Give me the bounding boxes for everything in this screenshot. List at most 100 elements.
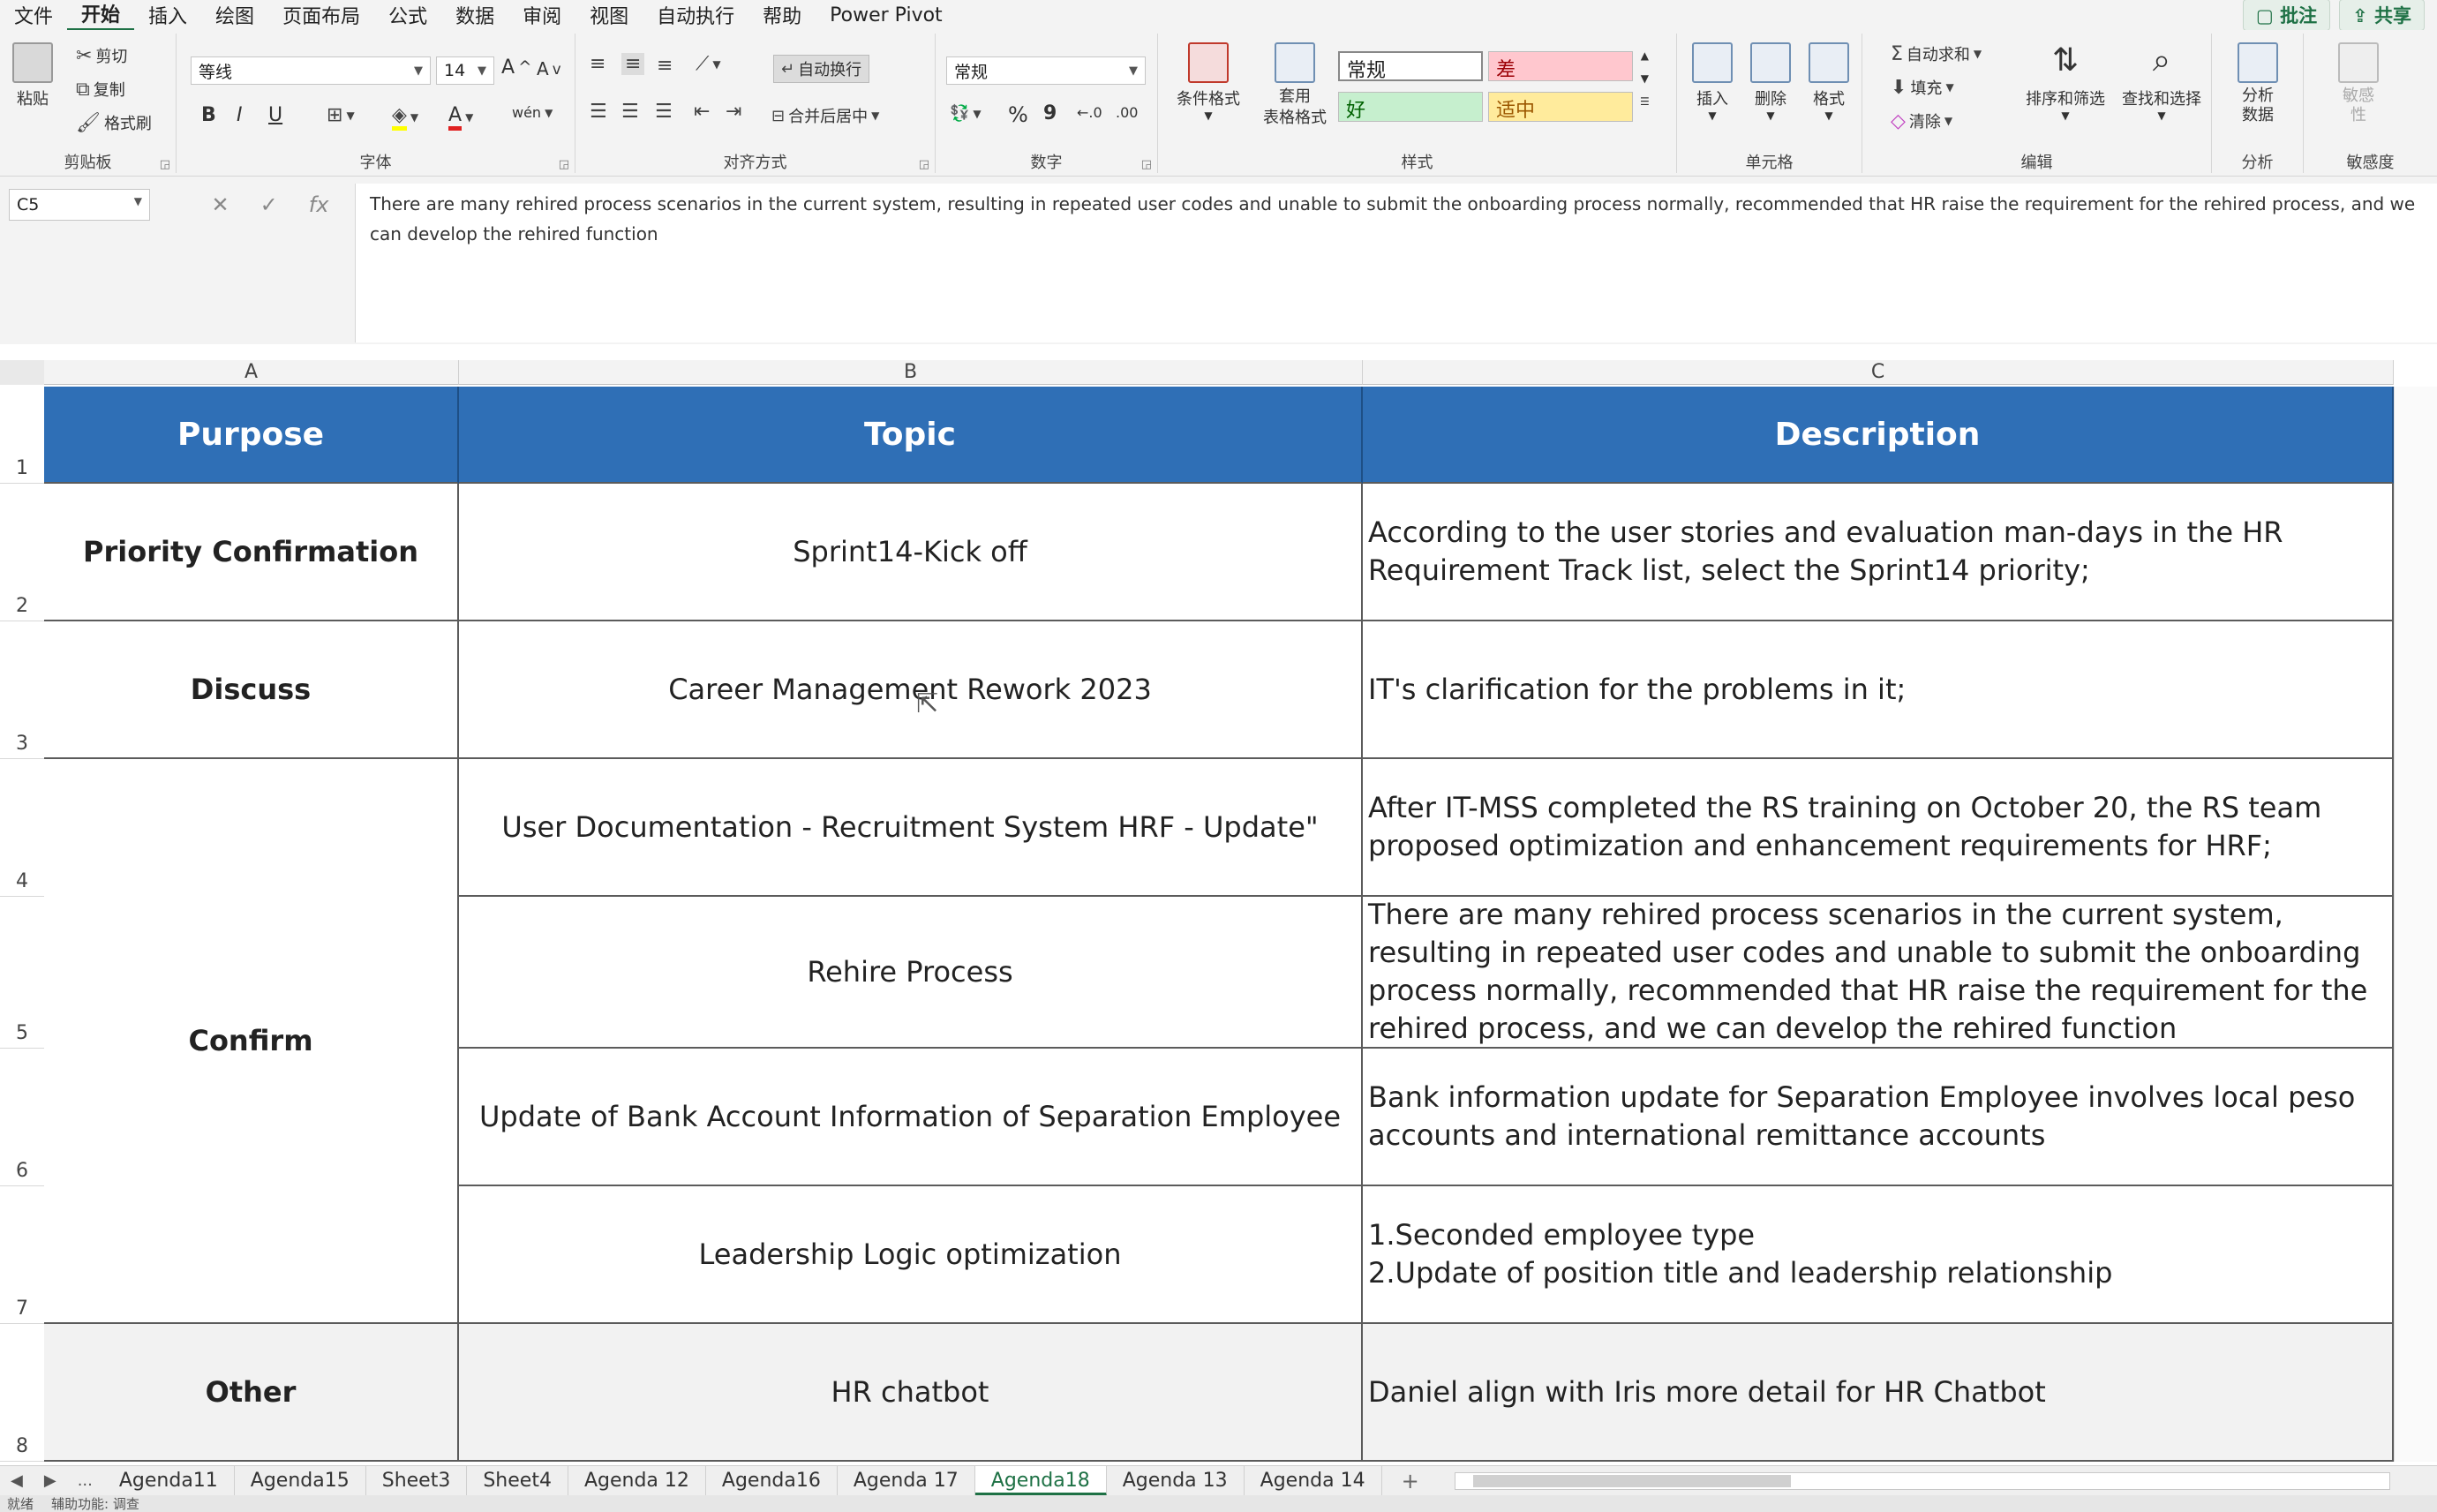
delete-cells-button[interactable]: 删除 ▼ [1744,42,1797,122]
horizontal-scrollbar[interactable] [1454,1471,2390,1490]
decrease-decimal-button[interactable]: .00 [1116,104,1138,121]
comma-style-button[interactable]: 9 [1043,102,1057,124]
underline-button[interactable]: U [268,104,282,126]
cell-c6[interactable]: Bank information update for Separation E… [1363,1049,2394,1186]
menu-power-pivot[interactable]: Power Pivot [816,4,957,26]
align-left-button[interactable]: ☰ [590,101,607,123]
align-bottom-button[interactable]: ≡ [657,55,673,77]
add-sheet-button[interactable]: + [1382,1469,1439,1493]
tab-agenda-17[interactable]: Agenda 17 [838,1465,975,1496]
cell-b2[interactable]: Sprint14-Kick off [459,484,1363,621]
shrink-font-button[interactable]: Av [537,58,561,79]
cell-c5[interactable]: There are many rehired process scenarios… [1363,897,2394,1049]
insert-cells-button[interactable]: 插入 ▼ [1686,42,1739,122]
tab-agenda-13[interactable]: Agenda 13 [1107,1465,1245,1496]
tab-agenda11[interactable]: Agenda11 [103,1465,235,1496]
name-box[interactable]: C5 ▼ [9,189,150,221]
row-header-1[interactable]: 1 [0,387,44,484]
font-size-combo[interactable]: 14 ▼ [436,56,494,85]
row-header-4[interactable]: 4 [0,759,44,897]
align-center-button[interactable]: ☰ [621,101,639,123]
tab-agenda-12[interactable]: Agenda 12 [568,1465,706,1496]
scrollbar-thumb[interactable] [1472,1474,1791,1487]
style-bad[interactable]: 差 [1488,51,1633,81]
tab-sheet3[interactable]: Sheet3 [366,1465,468,1496]
row-header-8[interactable]: 8 [0,1324,44,1462]
cell-c4[interactable]: After IT-MSS completed the RS training o… [1363,759,2394,897]
menu-file[interactable]: 文件 [0,1,67,29]
cell-c7[interactable]: 1.Seconded employee type 2.Update of pos… [1363,1186,2394,1324]
style-normal[interactable]: 常规 [1338,51,1483,82]
orientation-button[interactable]: ⟋ ▼ [696,53,721,75]
increase-decimal-button[interactable]: ←.0 [1077,104,1102,121]
cut-button[interactable]: ✂ 剪切 [76,44,127,67]
styles-gallery-scroll[interactable]: ▲ ▼ ☰ [1640,49,1650,108]
row-header-2[interactable]: 2 [0,484,44,621]
dialog-launcher-icon[interactable]: ◲ [160,158,170,171]
tab-more[interactable]: ... [67,1471,103,1490]
cell-b3[interactable]: Career Management Rework 2023 [459,621,1363,759]
cell-a8[interactable]: Other [44,1324,459,1462]
menu-formulas[interactable]: 公式 [374,1,441,29]
menu-home[interactable]: 开始 [67,0,135,32]
italic-button[interactable]: I [237,104,243,126]
wrap-text-button[interactable]: ↵ 自动换行 [773,55,870,83]
format-cells-button[interactable]: 格式 ▼ [1802,42,1855,122]
menu-data[interactable]: 数据 [441,1,508,29]
align-middle-button[interactable]: ≡ [621,53,645,75]
share-button[interactable]: ⇪ 共享 [2339,0,2425,31]
borders-button[interactable]: ⊞ ▼ [327,104,355,126]
decrease-indent-button[interactable]: ⇤ [694,101,710,123]
align-right-button[interactable]: ☰ [655,101,673,123]
align-top-button[interactable]: ≡ [590,53,605,75]
format-as-table-button[interactable]: 套用 表格格式 [1246,42,1343,129]
cell-b8[interactable]: HR chatbot [459,1324,1363,1462]
insert-function-icon[interactable]: fx [309,192,329,217]
tab-agenda-14[interactable]: Agenda 14 [1245,1465,1382,1496]
menu-draw[interactable]: 绘图 [201,1,268,29]
cancel-icon[interactable]: ✕ [212,192,229,217]
fill-color-button[interactable]: ◈ ▼ [392,104,418,131]
fill-button[interactable]: ⬇ 填充 ▼ [1891,76,1954,99]
select-all-corner[interactable] [0,360,44,385]
cell-c8[interactable]: Daniel align with Iris more detail for H… [1363,1324,2394,1462]
sort-filter-button[interactable]: ⇅ 排序和筛选 ▼ [2021,42,2110,122]
menu-automate[interactable]: 自动执行 [643,1,748,29]
cell-b5[interactable]: Rehire Process [459,897,1363,1049]
cell-a4-merged-confirm[interactable]: Confirm [44,759,459,1324]
phonetic-button[interactable]: wén ▼ [512,104,553,121]
analyze-data-button[interactable]: 分析 数据 [2230,42,2286,125]
tab-sheet4[interactable]: Sheet4 [467,1465,568,1496]
tab-scroll-left-icon[interactable]: ◀ [0,1471,34,1490]
cell-b7[interactable]: Leadership Logic optimization [459,1186,1363,1324]
accessibility-status[interactable]: 辅助功能: 调查 [51,1494,139,1512]
sensitivity-button[interactable]: 敏感 性 [2330,42,2387,125]
style-neutral[interactable]: 适中 [1488,92,1633,122]
header-purpose[interactable]: Purpose [44,387,459,484]
copy-button[interactable]: ⧉ 复制 [76,78,125,101]
autosum-button[interactable]: Σ 自动求和 ▼ [1891,42,1982,65]
column-header-b[interactable]: B [459,360,1363,385]
increase-indent-button[interactable]: ⇥ [726,101,741,123]
row-header-7[interactable]: 7 [0,1186,44,1324]
percent-button[interactable]: % [1008,102,1028,127]
column-header-a[interactable]: A [44,360,459,385]
style-good[interactable]: 好 [1338,92,1483,122]
accounting-format-button[interactable]: 💱 ▼ [950,104,982,123]
menu-page-layout[interactable]: 页面布局 [268,1,374,29]
menu-insert[interactable]: 插入 [134,1,201,29]
dialog-launcher-icon[interactable]: ◲ [559,158,569,171]
tab-agenda15[interactable]: Agenda15 [235,1465,366,1496]
tab-agenda18[interactable]: Agenda18 [974,1465,1107,1496]
comments-button[interactable]: ▢ 批注 [2242,0,2331,31]
row-header-3[interactable]: 3 [0,621,44,759]
menu-help[interactable]: 帮助 [748,1,816,29]
formula-input[interactable]: There are many rehired process scenarios… [355,184,2437,342]
cell-a3[interactable]: Discuss [44,621,459,759]
cell-c2[interactable]: According to the user stories and evalua… [1363,484,2394,621]
bold-button[interactable]: B [201,104,216,126]
dialog-launcher-icon[interactable]: ◲ [1141,158,1152,171]
row-header-5[interactable]: 5 [0,897,44,1049]
header-topic[interactable]: Topic [459,387,1363,484]
cell-c3[interactable]: IT's clarification for the problems in i… [1363,621,2394,759]
